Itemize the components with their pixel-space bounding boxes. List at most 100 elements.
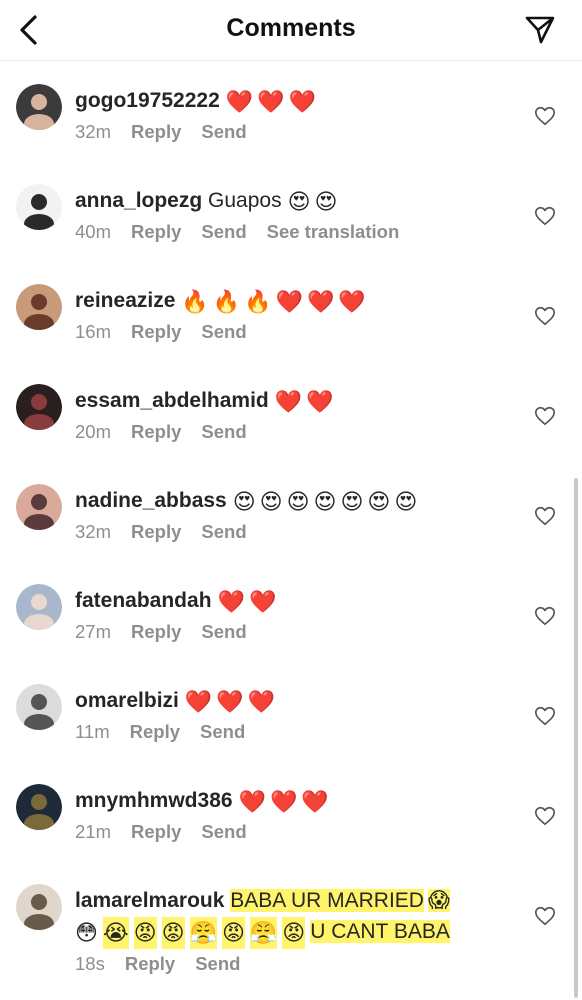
avatar[interactable]: [16, 384, 62, 430]
emoji: 😡: [133, 917, 157, 949]
emoji: ❤️: [288, 89, 316, 114]
avatar[interactable]: [16, 484, 62, 530]
avatar[interactable]: [16, 284, 62, 330]
timestamp: 32m: [75, 521, 111, 542]
heart-outline-icon[interactable]: [534, 205, 556, 227]
reply-button[interactable]: Reply: [131, 121, 181, 142]
paper-plane-icon[interactable]: [524, 14, 556, 46]
username[interactable]: anna_lopezg: [75, 189, 202, 212]
emoji: 😍: [314, 189, 338, 214]
send-button[interactable]: Send: [201, 321, 246, 342]
comment-emojis: ❤️ ❤️ ❤️: [184, 689, 279, 714]
emoji: ❤️: [217, 589, 245, 614]
emoji: ❤️: [338, 289, 366, 314]
avatar[interactable]: [16, 584, 62, 630]
heart-outline-icon[interactable]: [534, 905, 556, 927]
emoji: 😍: [232, 489, 256, 514]
comment-row: omarelbizi ❤️ ❤️ ❤️ 11m Reply Send: [0, 660, 582, 760]
comment-meta: 11m Reply Send: [75, 721, 495, 743]
header-bar: Comments: [0, 0, 582, 61]
avatar[interactable]: [16, 184, 62, 230]
heart-outline-icon[interactable]: [534, 705, 556, 727]
comment-line: nadine_abbass 😍 😍 😍 😍 😍 😍 😍: [75, 486, 495, 516]
heart-outline-icon[interactable]: [534, 305, 556, 327]
heart-outline-icon[interactable]: [534, 605, 556, 627]
comments-list: gogo19752222 ❤️ ❤️ ❤️ 32m Reply Send anna_lope…: [0, 60, 582, 990]
emoji: ❤️: [248, 589, 277, 614]
send-button[interactable]: Send: [201, 621, 246, 642]
comment-row: reineazize 🔥 🔥 🔥 ❤️ ❤️ ❤️ 16m Reply Send: [0, 260, 582, 360]
send-button[interactable]: Send: [201, 221, 246, 242]
reply-button[interactable]: Reply: [131, 221, 181, 242]
send-button[interactable]: Send: [200, 721, 245, 742]
reply-button[interactable]: Reply: [131, 421, 181, 442]
avatar[interactable]: [16, 684, 62, 730]
reply-button[interactable]: Reply: [125, 953, 175, 974]
comment-line: 😳 😭 😡 😡 😤 😡 😤 😡 U CANT BABA: [75, 916, 495, 949]
comment-meta: 20m Reply Send: [75, 421, 495, 443]
username[interactable]: essam_abdelhamid: [75, 389, 269, 412]
heart-outline-icon[interactable]: [534, 105, 556, 127]
scrollbar[interactable]: [574, 478, 578, 998]
comment-meta: 18s Reply Send: [75, 953, 495, 975]
comment-meta: 27m Reply Send: [75, 621, 495, 643]
emoji: 🔥: [212, 289, 241, 314]
emoji: ❤️: [216, 689, 244, 714]
send-button[interactable]: Send: [201, 121, 246, 142]
reply-button[interactable]: Reply: [131, 621, 181, 642]
reply-button[interactable]: Reply: [131, 321, 181, 342]
username[interactable]: fatenabandah: [75, 589, 212, 612]
avatar[interactable]: [16, 884, 62, 930]
timestamp: 20m: [75, 421, 111, 442]
reply-button[interactable]: Reply: [130, 721, 180, 742]
reply-button[interactable]: Reply: [131, 821, 181, 842]
username[interactable]: mnymhmwd386: [75, 789, 233, 812]
comment-emojis: ❤️ ❤️ ❤️: [226, 89, 320, 114]
comment-body: fatenabandah ❤️ ❤️ 27m Reply Send: [75, 586, 495, 643]
send-button[interactable]: Send: [195, 953, 240, 974]
comment-line: mnymhmwd386 ❤️ ❤️ ❤️: [75, 786, 495, 816]
heart-outline-icon[interactable]: [534, 505, 556, 527]
send-button[interactable]: Send: [201, 821, 246, 842]
comment-body: reineazize 🔥 🔥 🔥 ❤️ ❤️ ❤️ 16m Reply Send: [75, 286, 495, 343]
emoji: ❤️: [247, 689, 276, 714]
username[interactable]: nadine_abbass: [75, 489, 227, 512]
emoji: ❤️: [269, 789, 298, 814]
emoji: ❤️: [184, 689, 213, 714]
comment-emojis: ❤️ ❤️: [275, 389, 338, 414]
comment-row: nadine_abbass 😍 😍 😍 😍 😍 😍 😍 32m Reply Send: [0, 460, 582, 560]
username[interactable]: omarelbizi: [75, 689, 179, 712]
emoji: ❤️: [238, 789, 266, 814]
emoji: ❤️: [257, 89, 285, 114]
emoji: 😍: [394, 489, 418, 514]
username[interactable]: gogo19752222: [75, 89, 220, 112]
emoji: 🔥: [244, 289, 272, 314]
heart-outline-icon[interactable]: [534, 405, 556, 427]
comment-line: anna_lopezg Guapos 😍 😍: [75, 186, 495, 216]
send-button[interactable]: Send: [201, 521, 246, 542]
emoji: 😍: [287, 189, 311, 214]
timestamp: 40m: [75, 221, 111, 242]
comment-meta: 32m Reply Send: [75, 521, 495, 543]
see-translation-button[interactable]: See translation: [267, 221, 400, 242]
emoji: 😡: [161, 917, 185, 949]
comment-line: lamarelmarouk BABA UR MARRIED 😱: [75, 886, 495, 916]
username[interactable]: lamarelmarouk: [75, 889, 224, 912]
avatar[interactable]: [16, 784, 62, 830]
emoji: 😍: [259, 489, 283, 514]
heart-outline-icon[interactable]: [534, 805, 556, 827]
comment-emojis: ❤️ ❤️: [217, 589, 281, 614]
comment-text: Guapos: [202, 189, 282, 212]
comment-meta: 16m Reply Send: [75, 321, 495, 343]
highlighted-text: BABA UR MARRIED: [230, 889, 424, 912]
timestamp: 16m: [75, 321, 111, 342]
timestamp: 11m: [75, 721, 110, 742]
username[interactable]: reineazize: [75, 289, 175, 312]
reply-button[interactable]: Reply: [131, 521, 181, 542]
comment-row: gogo19752222 ❤️ ❤️ ❤️ 32m Reply Send: [0, 60, 582, 160]
comment-line: gogo19752222 ❤️ ❤️ ❤️: [75, 86, 495, 116]
comment-row: essam_abdelhamid ❤️ ❤️ 20m Reply Send: [0, 360, 582, 460]
avatar[interactable]: [16, 84, 62, 130]
send-button[interactable]: Send: [201, 421, 246, 442]
emoji: 😤: [249, 917, 278, 949]
